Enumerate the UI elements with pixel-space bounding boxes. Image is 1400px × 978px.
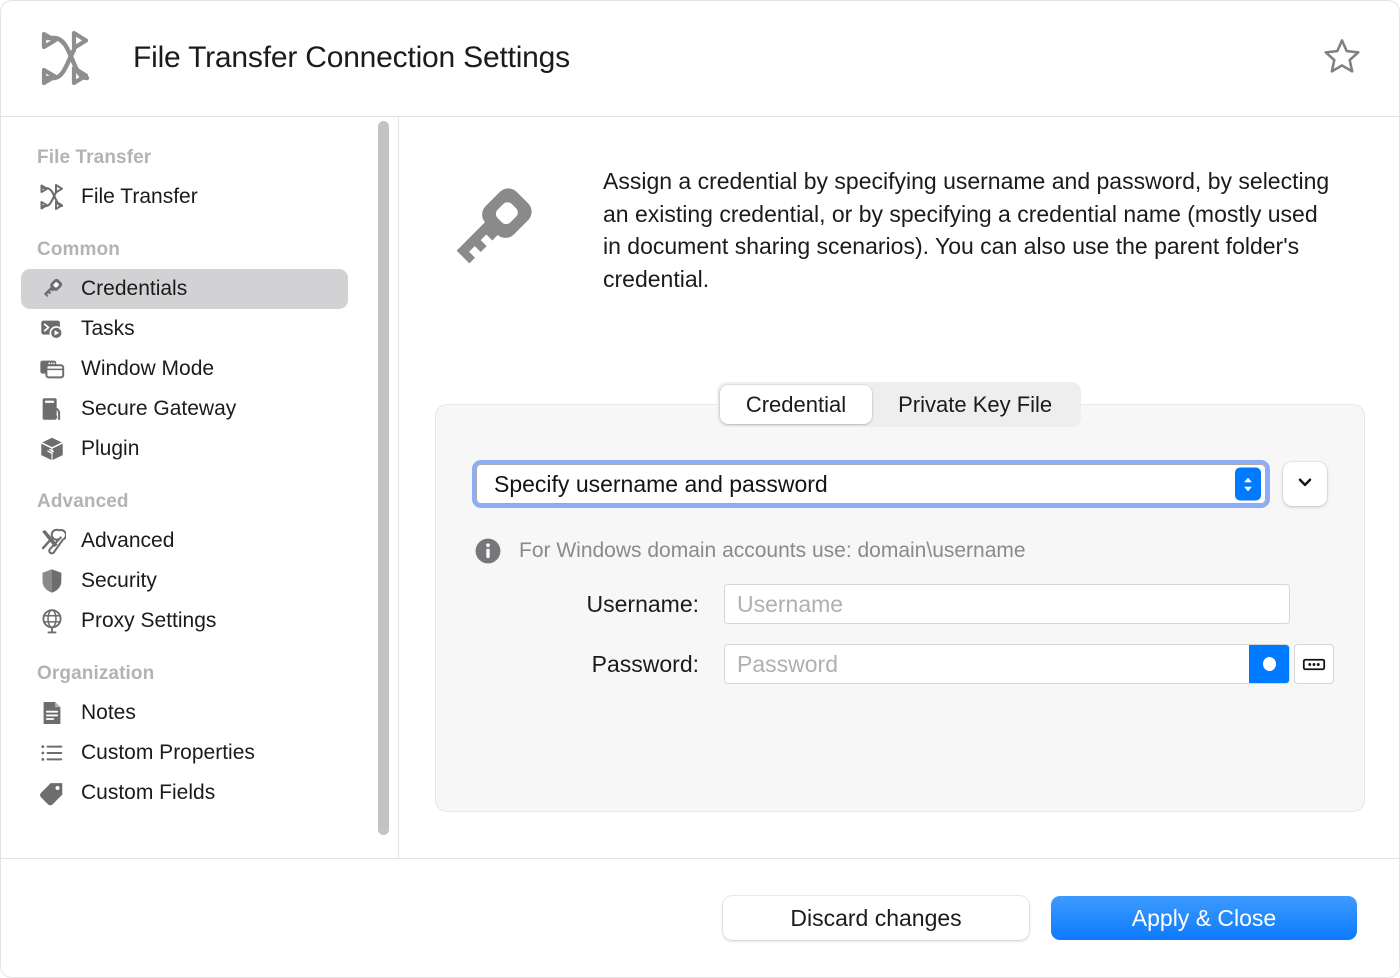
sidebar-item-tasks[interactable]: Tasks: [21, 309, 348, 349]
sidebar-item-label: Custom Properties: [81, 741, 255, 765]
sidebar-item-advanced[interactable]: Advanced: [21, 521, 348, 561]
reveal-dot-shape: [1263, 657, 1276, 671]
credential-mode-select-inner: Specify username and password: [476, 464, 1266, 504]
apply-and-close-button[interactable]: Apply & Close: [1051, 896, 1357, 940]
sidebar-item-notes[interactable]: Notes: [21, 693, 348, 733]
password-dots-icon[interactable]: [1294, 644, 1334, 684]
file-transfer-icon: [37, 182, 67, 212]
password-placeholder: Password: [725, 651, 838, 678]
credential-card: Specify username and password: [435, 404, 1365, 812]
sidebar-item-plugin[interactable]: Plugin: [21, 429, 348, 469]
info-icon: [474, 537, 502, 565]
credential-mode-menu-button[interactable]: [1283, 462, 1327, 506]
sidebar-item-label: Secure Gateway: [81, 397, 236, 421]
credential-mode-select[interactable]: Specify username and password: [472, 460, 1270, 508]
sidebar-item-label: Advanced: [81, 529, 174, 553]
sidebar-item-secure-gateway[interactable]: Secure Gateway: [21, 389, 348, 429]
nav-group-label: File Transfer: [1, 147, 372, 177]
password-row: Password: Password: [436, 644, 1366, 684]
sidebar-item-proxy-settings[interactable]: Proxy Settings: [21, 601, 348, 641]
sidebar-item-label: Notes: [81, 701, 136, 725]
tasks-icon: [37, 314, 67, 344]
sidebar-item-file-transfer[interactable]: File Transfer: [21, 177, 348, 217]
page-title: File Transfer Connection Settings: [133, 41, 570, 75]
file-transfer-icon: [34, 26, 98, 90]
plugin-cube-icon: [37, 434, 67, 464]
window-mode-icon: [37, 354, 67, 384]
password-label: Password:: [436, 651, 724, 678]
sidebar-item-credentials[interactable]: Credentials: [21, 269, 348, 309]
sidebar-item-label: Plugin: [81, 437, 139, 461]
username-row: Username: Username: [436, 584, 1366, 624]
sidebar-item-label: Custom Fields: [81, 781, 215, 805]
secure-gateway-icon: [37, 394, 67, 424]
discard-changes-button[interactable]: Discard changes: [723, 896, 1029, 940]
sidebar-item-window-mode[interactable]: Window Mode: [21, 349, 348, 389]
tag-icon: [37, 778, 67, 808]
favorite-star-button[interactable]: [1320, 36, 1364, 80]
nav-group-label: Organization: [1, 663, 372, 693]
key-icon: [37, 274, 67, 304]
sidebar-item-custom-fields[interactable]: Custom Fields: [21, 773, 348, 813]
chevron-up-down-icon[interactable]: [1235, 468, 1261, 501]
window-header: File Transfer Connection Settings: [0, 0, 1400, 117]
dialog-footer: Discard changes Apply & Close: [1, 858, 1399, 977]
nav-group-file-transfer: File Transfer: [1, 147, 372, 217]
domain-hint-text: For Windows domain accounts use: domain\…: [519, 539, 1026, 563]
star-outline-icon: [1321, 35, 1363, 82]
credential-mode-row: Specify username and password: [472, 460, 1327, 508]
sidebar-item-label: File Transfer: [81, 185, 198, 209]
reveal-dot-icon[interactable]: [1249, 645, 1289, 683]
nav-group-common: Common Credentials: [1, 239, 372, 469]
sidebar-item-label: Tasks: [81, 317, 135, 341]
sidebar-item-custom-properties[interactable]: Custom Properties: [21, 733, 348, 773]
password-input[interactable]: Password: [724, 644, 1290, 684]
tools-icon: [37, 526, 67, 556]
settings-window: File Transfer Connection Settings File T…: [0, 0, 1400, 978]
key-icon: [437, 173, 547, 283]
globe-icon: [37, 606, 67, 636]
tab-private-key-file[interactable]: Private Key File: [872, 385, 1078, 424]
nav-group-organization: Organization Notes: [1, 663, 372, 813]
domain-hint-row: For Windows domain accounts use: domain\…: [474, 537, 1026, 565]
settings-sidebar[interactable]: File Transfer: [1, 117, 372, 858]
segmented-control[interactable]: Credential Private Key File: [717, 382, 1081, 427]
sidebar-item-security[interactable]: Security: [21, 561, 348, 601]
sidebar-item-label: Security: [81, 569, 157, 593]
nav-group-label: Advanced: [1, 491, 372, 521]
sidebar-item-label: Window Mode: [81, 357, 214, 381]
tab-credential[interactable]: Credential: [720, 385, 872, 424]
note-document-icon: [37, 698, 67, 728]
list-icon: [37, 738, 67, 768]
shield-icon: [37, 566, 67, 596]
chevron-down-icon: [1294, 471, 1316, 498]
intro-description: Assign a credential by specifying userna…: [603, 165, 1339, 296]
intro-block: Assign a credential by specifying userna…: [399, 117, 1399, 296]
credential-mode-value: Specify username and password: [477, 471, 828, 498]
nav-group-label: Common: [1, 239, 372, 269]
sidebar-scrollbar-thumb[interactable]: [378, 121, 389, 835]
credential-tabs: Credential Private Key File: [399, 382, 1399, 427]
username-input[interactable]: Username: [724, 584, 1290, 624]
nav-group-advanced: Advanced Advanced: [1, 491, 372, 641]
settings-content: Assign a credential by specifying userna…: [399, 117, 1399, 858]
username-label: Username:: [436, 591, 724, 618]
username-placeholder: Username: [725, 591, 843, 618]
sidebar-item-label: Proxy Settings: [81, 609, 216, 633]
sidebar-item-label: Credentials: [81, 277, 187, 301]
